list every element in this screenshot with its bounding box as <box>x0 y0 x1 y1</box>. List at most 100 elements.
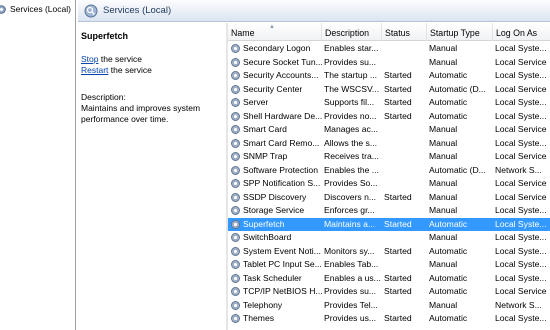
service-name: SNMP Trap <box>243 151 288 161</box>
service-name: Server <box>243 97 269 107</box>
cell-log-on-as: Local Syste... <box>495 218 547 229</box>
cell-name: Secondary Logon <box>230 42 322 56</box>
service-name: Security Accounts... <box>243 70 319 80</box>
table-row[interactable]: SPP Notification S... Provides So... Manua… <box>228 177 550 191</box>
stop-action: Stop the service <box>81 54 224 65</box>
cell-status: Started <box>384 110 412 121</box>
restart-action: Restart the service <box>81 65 224 76</box>
cell-startup-type: Automatic (D... <box>429 83 486 94</box>
cell-log-on-as: Local Service <box>495 56 547 67</box>
column-header-log-on-as[interactable]: Log On As <box>493 23 550 41</box>
gear-icon <box>231 165 240 175</box>
table-row[interactable]: Shell Hardware De... Provides no... Starte… <box>228 110 550 124</box>
cell-log-on-as: Local Syste... <box>495 70 547 80</box>
gear-icon <box>231 192 240 202</box>
console-tree: Services (Local) <box>0 0 76 330</box>
table-row[interactable]: TCP/IP NetBIOS H... Provides su... Started… <box>228 285 550 299</box>
table-row[interactable]: Secondary Logon Enables star... Manual Loca… <box>228 42 550 56</box>
gear-icon <box>231 219 240 229</box>
cell-description: Supports fil... <box>324 97 375 107</box>
sort-ascending-icon: ▲ <box>269 24 275 30</box>
gear-icon <box>231 84 240 94</box>
cell-status: Started <box>384 286 412 296</box>
cell-status <box>384 137 424 151</box>
gear-icon <box>231 44 240 54</box>
gear-icon <box>231 260 240 270</box>
cell-description: Maintains a... <box>324 218 376 229</box>
services-list: Name ▲ Description Status Startup Type L… <box>228 23 550 330</box>
table-row[interactable]: Tablet PC Input Se... Enables Tab... Manua… <box>228 258 550 272</box>
description-text: Maintains and improves system performanc… <box>81 103 201 124</box>
gear-icon <box>231 71 240 81</box>
cell-startup-type: Manual <box>429 191 458 202</box>
column-header-label: Description <box>325 28 370 38</box>
gear-icon <box>231 138 240 148</box>
cell-description: Provides Tel... <box>324 299 378 310</box>
cell-name: Secure Socket Tun... <box>230 56 322 70</box>
cell-startup-type: Automatic <box>429 70 468 80</box>
table-row[interactable]: Smart Card Remo... Allows the s... Manual L… <box>228 137 550 151</box>
column-header-name[interactable]: Name <box>228 23 322 41</box>
cell-log-on-as: Local Syste... <box>495 43 547 53</box>
service-name: Smart Card Remo... <box>243 137 320 148</box>
table-row[interactable]: Software Protection Enables the ... Automa… <box>228 164 550 178</box>
cell-status: Started <box>384 83 412 94</box>
stop-suffix: the service <box>98 54 142 64</box>
table-row[interactable]: SwitchBoard Manual Local Syste... <box>228 231 550 245</box>
cell-startup-type: Manual <box>429 178 458 188</box>
table-row[interactable]: System Event Noti... Monitors sy... Starte… <box>228 245 550 259</box>
tree-item-label: Services (Local) <box>10 4 71 14</box>
table-row[interactable]: Task Scheduler Enables a us... Started Auto… <box>228 272 550 286</box>
gear-icon <box>231 206 240 216</box>
service-name: Security Center <box>243 83 303 94</box>
table-row[interactable]: Smart Card Manages ac... Manual Local Servi… <box>228 123 550 137</box>
cell-status <box>384 204 424 218</box>
cell-status: Started <box>384 218 412 229</box>
gear-icon <box>231 152 240 162</box>
cell-name: Task Scheduler <box>230 272 322 286</box>
column-header-description[interactable]: Description <box>322 23 382 41</box>
table-row[interactable]: Security Accounts... The startup ... Start… <box>228 69 550 83</box>
table-row[interactable]: Telephony Provides Tel... Manual Network S.… <box>228 299 550 313</box>
column-header-startup-type[interactable]: Startup Type <box>427 23 493 41</box>
table-row[interactable]: Secure Socket Tun... Provides su... Manual… <box>228 56 550 70</box>
cell-log-on-as: Local Service <box>495 286 547 296</box>
service-name: Telephony <box>243 299 283 310</box>
table-row[interactable]: SNMP Trap Receives tra... Manual Local Serv… <box>228 150 550 164</box>
table-row[interactable]: Superfetch Maintains a... Started Automatic… <box>228 217 550 231</box>
cell-log-on-as: Local Syste... <box>495 272 547 283</box>
column-header-status[interactable]: Status <box>382 23 427 41</box>
gear-icon <box>0 4 6 14</box>
table-row[interactable]: Security Center The WSCSV... Started Automa… <box>228 83 550 97</box>
cell-description: Enables the ... <box>324 164 379 175</box>
service-name: Software Protection <box>243 164 318 175</box>
column-header-label: Status <box>385 28 410 38</box>
cell-log-on-as: Local Service <box>495 83 547 94</box>
cell-description <box>324 231 382 245</box>
cell-startup-type: Automatic <box>429 245 468 256</box>
cell-startup-type: Manual <box>429 259 458 269</box>
gear-icon <box>231 287 240 297</box>
gear-icon <box>231 98 240 108</box>
cell-log-on-as: Local Syste... <box>495 245 547 256</box>
table-row[interactable]: SSDP Discovery Discovers n... Started Manua… <box>228 191 550 205</box>
cell-status: Started <box>384 245 412 256</box>
restart-link[interactable]: Restart <box>81 65 108 75</box>
cell-status <box>384 42 424 56</box>
gear-icon <box>231 314 240 324</box>
cell-status: Started <box>384 97 412 107</box>
table-row[interactable]: Storage Service Enforces gr... Manual Local… <box>228 204 550 218</box>
cell-name: Smart Card Remo... <box>230 137 322 151</box>
table-row[interactable]: Server Supports fil... Started Automatic Loc… <box>228 96 550 110</box>
tree-item-services-local[interactable]: Services (Local) <box>0 0 76 18</box>
stop-link[interactable]: Stop <box>81 54 99 64</box>
table-row[interactable]: Themes Provides us... Started Automatic Loca… <box>228 312 550 326</box>
cell-startup-type: Manual <box>429 124 458 134</box>
cell-log-on-as: Network S... <box>495 299 542 310</box>
cell-startup-type: Manual <box>429 299 458 310</box>
cell-description: The startup ... <box>324 70 378 80</box>
cell-startup-type: Automatic <box>429 97 468 107</box>
cell-name: SNMP Trap <box>230 150 322 164</box>
cell-description: Allows the s... <box>324 137 378 148</box>
cell-startup-type: Automatic <box>429 110 468 121</box>
